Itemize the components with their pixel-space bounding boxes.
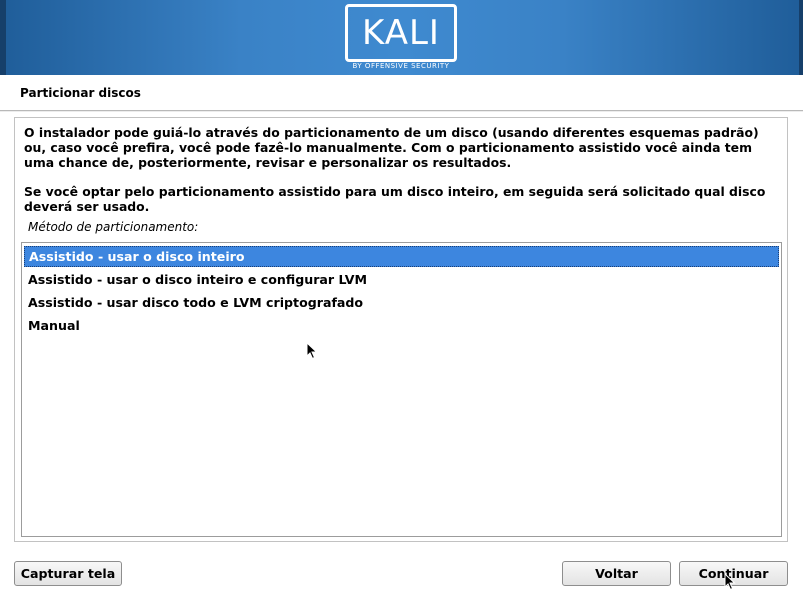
partition-method-list[interactable]: Assistido - usar o disco inteiro Assisti… — [21, 242, 782, 537]
header-banner: KALI BY OFFENSIVE SECURITY — [0, 0, 803, 75]
back-button[interactable]: Voltar — [562, 561, 671, 586]
list-item-manual[interactable]: Manual — [24, 315, 779, 336]
intro-paragraph: O instalador pode guiá-lo através do par… — [24, 125, 759, 170]
kali-logo-text: KALI — [362, 13, 440, 53]
list-item-assisted-whole-disk[interactable]: Assistido - usar o disco inteiro — [24, 246, 779, 267]
list-item-assisted-lvm[interactable]: Assistido - usar o disco inteiro e confi… — [24, 269, 779, 290]
mouse-pointer-icon — [724, 573, 736, 591]
partition-method-label: Método de particionamento: — [28, 220, 199, 234]
assisted-info-paragraph: Se você optar pelo particionamento assis… — [24, 184, 766, 214]
page-title: Particionar discos — [20, 86, 141, 100]
screenshot-button[interactable]: Capturar tela — [14, 561, 122, 586]
kali-logo: KALI BY OFFENSIVE SECURITY — [345, 4, 457, 72]
title-divider-highlight — [0, 111, 803, 112]
installer-window: KALI BY OFFENSIVE SECURITY Particionar d… — [0, 0, 803, 595]
mouse-pointer-icon — [306, 342, 318, 360]
kali-logo-subtext: BY OFFENSIVE SECURITY — [352, 62, 450, 70]
list-item-assisted-encrypted-lvm[interactable]: Assistido - usar disco todo e LVM cripto… — [24, 292, 779, 313]
banner-shade-left — [0, 0, 6, 75]
banner-shade-right — [799, 0, 803, 75]
kali-logo-box: KALI — [345, 4, 457, 62]
